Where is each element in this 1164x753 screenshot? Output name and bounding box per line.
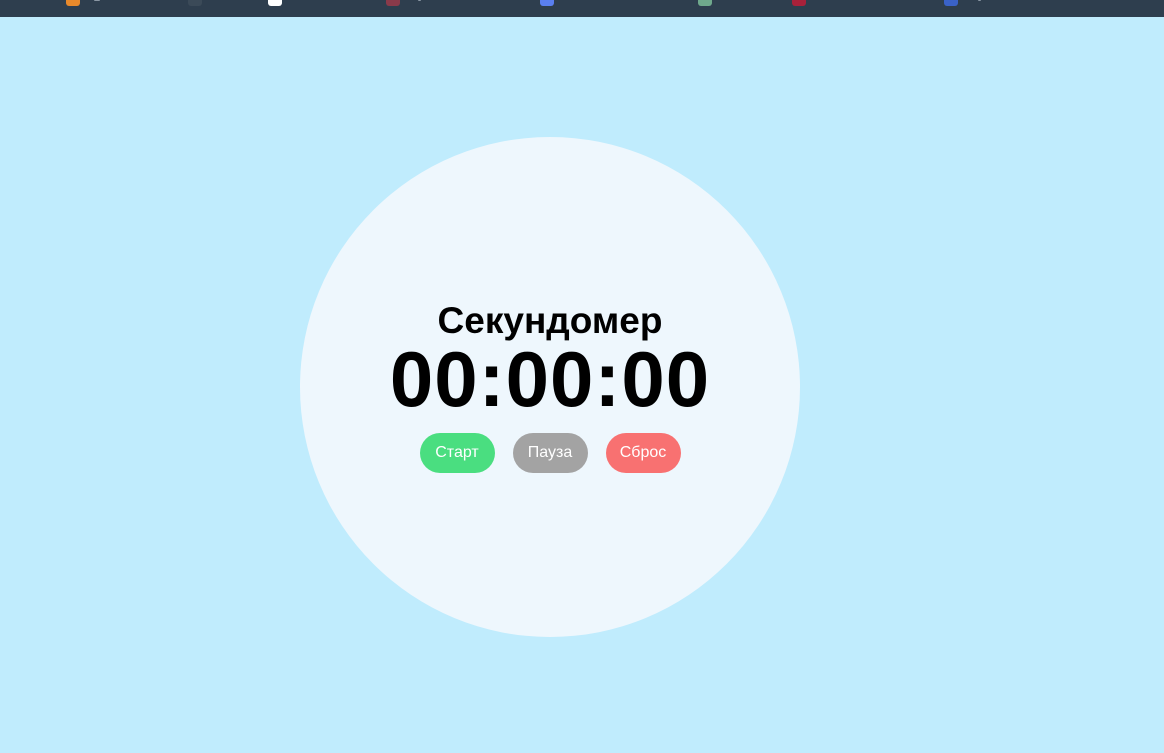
bookmarks-bar [0,0,1164,17]
bookmark-label[interactable] [94,0,100,1]
bookmark-favicon-navy-icon[interactable] [944,0,958,6]
pause-button[interactable]: Пауза [512,433,588,473]
bookmark-favicon-orange-icon[interactable] [66,0,80,6]
start-button[interactable]: Старт [419,433,495,473]
bookmark-label[interactable] [418,0,421,1]
controls: Старт Пауза Сброс [300,433,800,473]
bookmark-favicon-blue-icon[interactable] [540,0,554,6]
bookmark-favicon-red-icon[interactable] [386,0,400,6]
bookmark-favicon-crimson-icon[interactable] [792,0,806,6]
bookmark-favicon-white-icon[interactable] [268,0,282,6]
bookmark-favicon-green-icon[interactable] [698,0,712,6]
reset-button[interactable]: Сброс [605,433,681,473]
time-display: 00:00:00 [389,335,711,423]
bookmark-label[interactable] [978,0,981,1]
stopwatch-container: Секундомер 00:00:00 Старт Пауза Сброс [300,137,800,637]
bookmark-favicon-dark-icon[interactable] [188,0,202,6]
